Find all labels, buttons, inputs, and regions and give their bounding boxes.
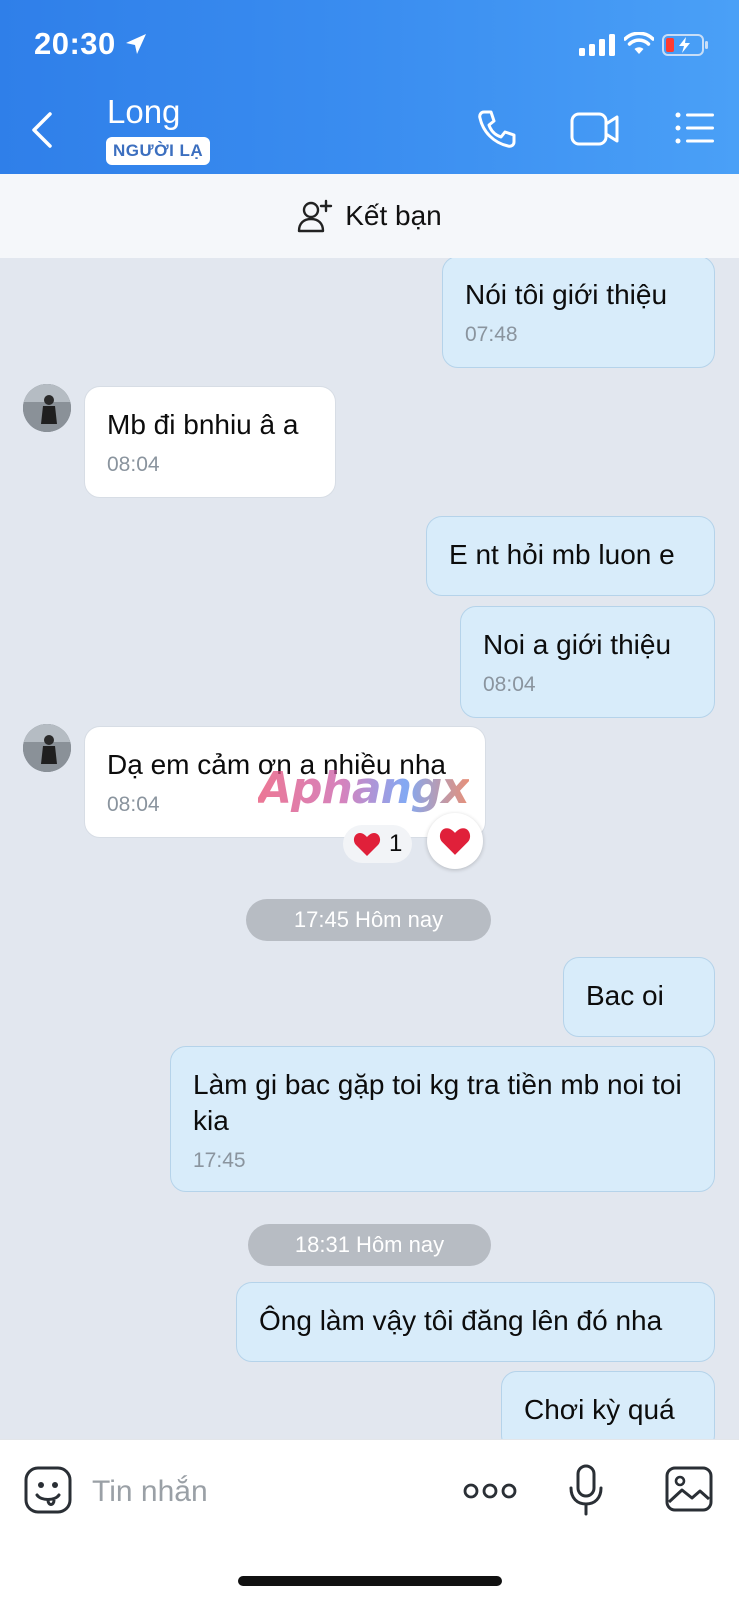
watermark-logo: Aphangx [258,763,470,814]
video-call-icon[interactable] [570,110,620,148]
react-heart-button[interactable] [427,813,483,869]
reaction-summary[interactable]: 1 [343,825,413,863]
outgoing-message[interactable]: Ông làm vậy tôi đăng lên đó nha [236,1282,715,1362]
message-text: Bac oi [586,980,664,1011]
outgoing-message[interactable]: Làm gi bac gặp toi kg tra tiền mb noi to… [170,1046,715,1192]
avatar[interactable] [23,384,71,432]
add-friend-button[interactable]: Kết bạn [0,174,739,258]
heart-icon [353,833,381,856]
time-separator: 17:45 Hôm nay [246,899,491,941]
outgoing-message[interactable]: Noi a giới thiệu 08:04 [460,606,715,718]
avatar-photo-icon [23,724,71,772]
message-text: Mb đi bnhiu â a [107,409,299,440]
heart-icon [439,828,471,855]
message-text: Làm gi bac gặp toi kg tra tiền mb noi to… [193,1069,682,1136]
add-friend-label: Kết bạn [345,200,442,231]
menu-list-icon[interactable] [675,112,715,144]
sticker-emoji-icon[interactable] [24,1466,72,1514]
message-time: 08:04 [483,673,536,696]
incoming-message[interactable]: Mb đi bnhiu â a 08:04 [84,386,336,498]
outgoing-message[interactable]: Chơi kỳ quá [501,1371,715,1439]
location-arrow-icon [126,34,146,54]
status-time: 20:30 [34,26,116,61]
outgoing-message[interactable]: Bac oi [563,957,715,1037]
time-separator: 18:31 Hôm nay [248,1224,491,1266]
photo-gallery-icon[interactable] [665,1466,713,1512]
battery-low-icon [662,34,708,56]
message-list[interactable]: Nói tôi giới thiệu 07:48 Mb đi bnhiu â a… [0,258,739,1439]
message-time: 17:45 [193,1149,246,1172]
message-text: Ông làm vậy tôi đăng lên đó nha [259,1305,663,1336]
back-arrow-icon[interactable] [26,108,62,152]
signal-icon [579,34,615,56]
message-text: Chơi kỳ quá [524,1394,675,1425]
message-text: E nt hỏi mb luon e [449,539,675,570]
contact-name[interactable]: Long [107,93,180,131]
home-indicator [238,1576,502,1586]
wifi-icon [624,32,654,54]
message-time: 07:48 [465,323,518,346]
chat-header: 20:30 Long NGƯỜI LẠ [0,0,739,174]
avatar-photo-icon [23,384,71,432]
reaction-count: 1 [389,830,403,857]
stranger-badge: NGƯỜI LẠ [106,137,211,165]
message-text: Nói tôi giới thiệu [465,279,668,310]
outgoing-message[interactable]: E nt hỏi mb luon e [426,516,715,596]
message-input[interactable] [92,1472,432,1512]
message-time: 08:04 [107,453,160,476]
microphone-icon[interactable] [568,1464,604,1516]
avatar[interactable] [23,724,71,772]
add-user-icon [298,199,333,233]
outgoing-message[interactable]: Nói tôi giới thiệu 07:48 [442,258,715,368]
more-options-icon[interactable] [463,1482,517,1500]
message-text: Noi a giới thiệu [483,629,672,660]
phone-icon[interactable] [476,108,518,150]
message-composer [0,1439,739,1600]
